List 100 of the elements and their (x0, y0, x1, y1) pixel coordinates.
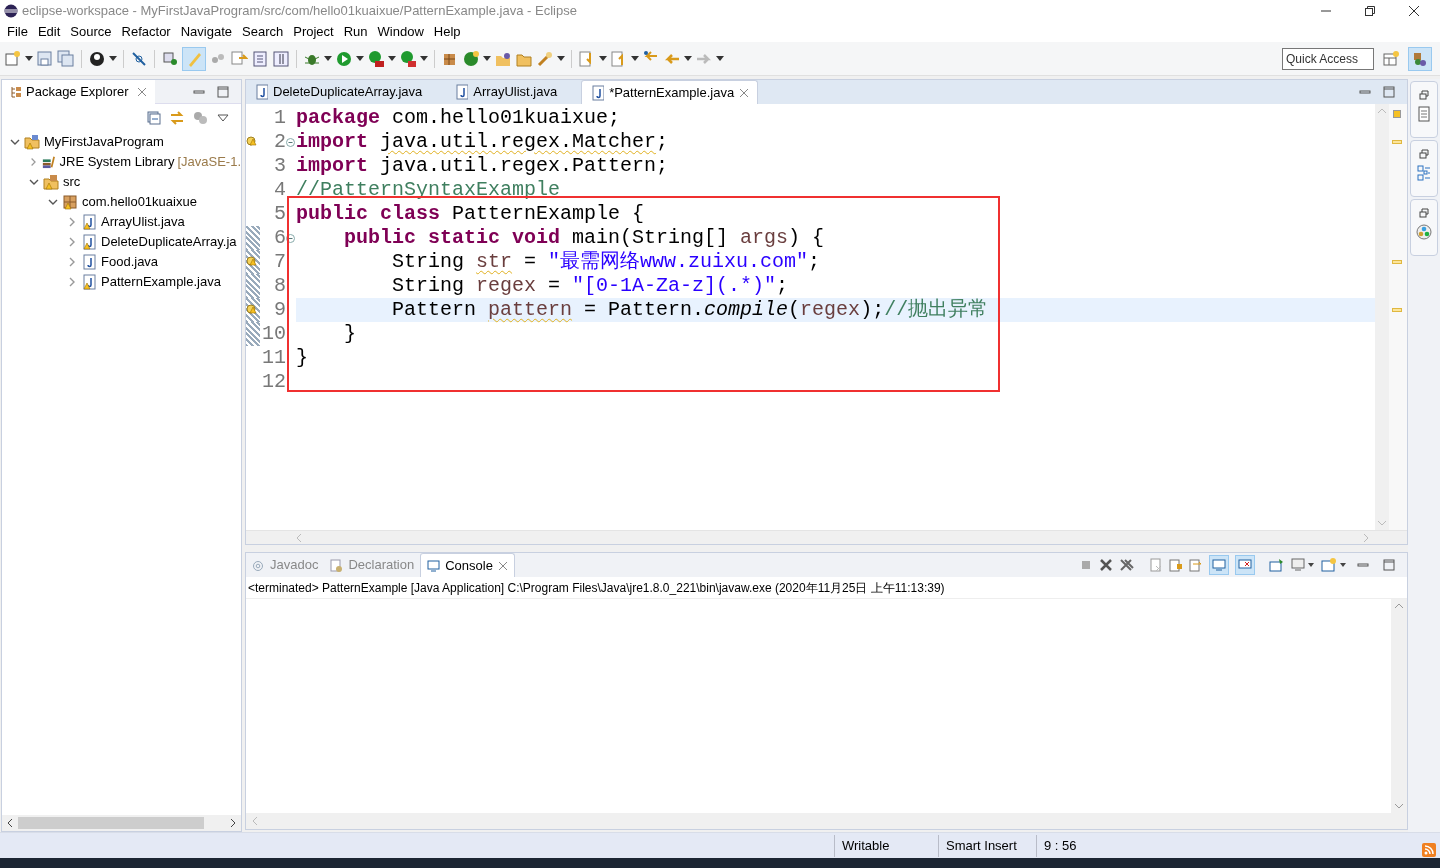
palette-icon[interactable] (1416, 224, 1432, 240)
scroll-down-icon[interactable] (1394, 803, 1404, 809)
dropdown-caret-icon[interactable] (25, 56, 33, 61)
dropdown-caret-icon[interactable] (483, 56, 491, 61)
new-class-icon[interactable] (462, 49, 480, 68)
dropdown-caret-icon[interactable] (684, 56, 692, 61)
warning-marker[interactable] (1392, 308, 1402, 312)
dropdown-caret-icon[interactable] (599, 56, 607, 61)
highlight-toggle-button[interactable] (182, 46, 206, 71)
breakpoint-icon[interactable] (130, 49, 148, 68)
collapsed-caret-icon[interactable] (67, 277, 77, 287)
tree-item[interactable]: com.hello01kuaixue (82, 192, 197, 212)
dropdown-caret-icon[interactable] (716, 56, 724, 61)
collapsed-caret-icon[interactable] (67, 237, 77, 247)
clear-console-icon[interactable] (1149, 558, 1163, 572)
scroll-left-icon[interactable] (6, 818, 14, 828)
filter-icon[interactable] (193, 111, 209, 125)
menu-item[interactable]: Navigate (175, 22, 237, 42)
editor-tab[interactable]: *PatternExample.java (581, 80, 759, 104)
dropdown-caret-icon[interactable] (631, 56, 639, 61)
tree-item[interactable]: src (63, 172, 81, 192)
task-icon[interactable] (161, 49, 179, 68)
menu-item[interactable]: Source (65, 22, 117, 42)
maximize-icon[interactable] (217, 85, 229, 98)
warning-marker[interactable] (1393, 110, 1401, 118)
link-arrows-icon[interactable] (169, 111, 185, 125)
menu-item[interactable]: Run (338, 22, 373, 42)
scroll-up-icon[interactable] (1394, 603, 1404, 609)
monitor-error-icon (1238, 559, 1252, 571)
menu-item[interactable]: Refactor (116, 22, 176, 42)
menu-item[interactable]: Search (237, 22, 289, 42)
quick-access-field[interactable]: Quick Access (1282, 47, 1374, 70)
scrollbar-thumb[interactable] (18, 817, 204, 829)
editor-tab[interactable]: ArrayUlist.java (446, 80, 582, 104)
show-on-error-button[interactable] (1235, 555, 1255, 575)
annotation-icon[interactable] (230, 49, 248, 68)
run-icon[interactable] (335, 49, 353, 68)
menu-item[interactable]: Project (288, 22, 339, 42)
expanded-caret-icon[interactable] (29, 177, 39, 187)
menu-item[interactable]: Help (428, 22, 466, 42)
dropdown-caret-icon[interactable] (109, 56, 117, 61)
warning-marker[interactable] (1392, 140, 1402, 144)
expanded-caret-icon[interactable] (48, 197, 58, 207)
external-tools-icon[interactable] (399, 49, 417, 68)
restore-icon[interactable] (1364, 5, 1376, 17)
warning-marker[interactable] (1392, 260, 1402, 264)
line-number: 3 (273, 154, 286, 178)
menu-item[interactable]: Edit (32, 22, 66, 42)
scroll-right-icon[interactable] (229, 818, 237, 828)
code-line: String str = "最需网络www.zuixu.com"; (391, 250, 822, 274)
scroll-lock-icon[interactable] (1169, 558, 1183, 572)
view-tab[interactable]: Console (420, 553, 515, 577)
dropdown-caret-icon[interactable] (420, 56, 428, 61)
word-wrap-icon[interactable] (1189, 558, 1203, 572)
paragraph-icon[interactable] (272, 49, 290, 68)
coverage-icon[interactable] (367, 49, 385, 68)
collapsed-caret-icon[interactable] (67, 217, 77, 227)
block-icon[interactable] (251, 49, 269, 68)
tree-item[interactable]: PatternExample.java (101, 272, 221, 292)
java-perspective-button[interactable] (1408, 46, 1432, 71)
document-icon[interactable] (1418, 106, 1430, 122)
collapsed-caret-icon[interactable] (29, 157, 38, 167)
view-menu-icon[interactable] (217, 114, 229, 122)
tree-item[interactable]: Food.java (101, 252, 159, 272)
tree-item[interactable]: MyFirstJavaProgram (44, 132, 164, 152)
line-number: 10 (261, 322, 286, 346)
tree-item[interactable]: JRE System Library (59, 152, 175, 172)
user-icon[interactable] (88, 49, 106, 68)
dropdown-caret-icon[interactable] (388, 56, 396, 61)
open-console-icon[interactable] (1321, 558, 1347, 572)
tree-item[interactable]: DeleteDuplicateArray.ja (101, 232, 237, 252)
console-description: <terminated> PatternExample [Java Application] C:\Program Files\Java\jre1.8.0_221\bin\javaw.exe (2020年11月25日 上午11:13:39) (246, 577, 1407, 599)
line-number: 12 (261, 370, 286, 394)
remove-launch-icon[interactable] (1099, 558, 1113, 572)
save-all-icon[interactable] (57, 49, 75, 68)
fold-icon[interactable] (286, 137, 295, 147)
outline-icon[interactable] (1417, 165, 1431, 181)
open-perspective-icon[interactable] (1382, 49, 1400, 68)
menu-item[interactable]: File (2, 22, 33, 42)
show-on-output-button[interactable] (1209, 555, 1229, 575)
code-line: //PatternSyntaxExample (296, 178, 562, 202)
dropdown-caret-icon[interactable] (324, 56, 332, 61)
collapsed-caret-icon[interactable] (67, 257, 77, 267)
maximize-icon[interactable] (1383, 86, 1395, 98)
editor-tab[interactable]: DeleteDuplicateArray.java (246, 80, 447, 104)
terminate-icon[interactable] (1079, 558, 1093, 572)
remove-all-icon[interactable] (1119, 558, 1135, 572)
maximize-icon[interactable] (1383, 559, 1395, 571)
close-icon[interactable] (1408, 5, 1420, 17)
line-number: 7 (273, 250, 286, 274)
code-line: String regex = "[0-1A-Za-z](.*)"; (391, 274, 790, 298)
tree-item[interactable]: ArrayUlist.java (101, 212, 185, 232)
collapse-all-icon[interactable] (147, 111, 161, 125)
display-console-icon[interactable] (1291, 558, 1315, 572)
pin-console-icon[interactable] (1269, 558, 1285, 572)
menu-item[interactable]: Window (372, 22, 429, 42)
dropdown-caret-icon[interactable] (557, 56, 565, 61)
dropdown-caret-icon[interactable] (356, 56, 364, 61)
expanded-caret-icon[interactable] (10, 137, 20, 147)
fold-icon[interactable] (286, 233, 295, 243)
